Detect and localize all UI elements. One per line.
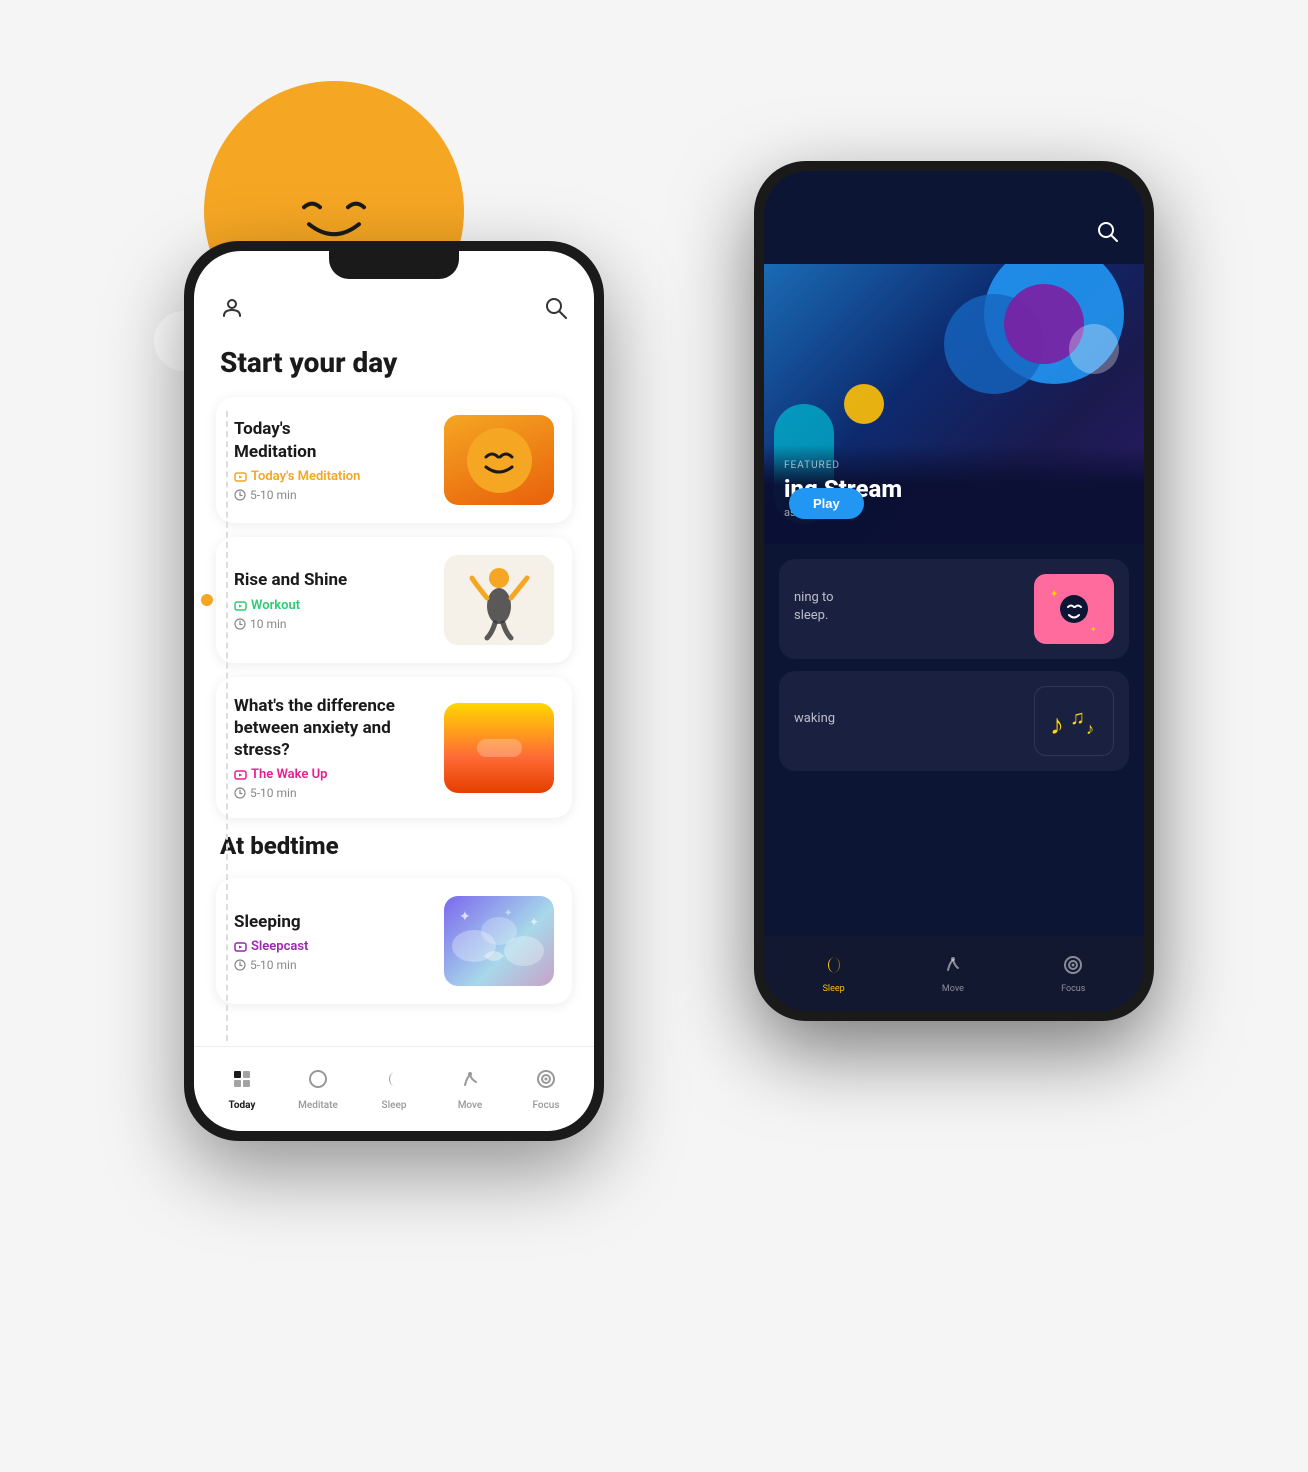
dark-header <box>764 171 1144 264</box>
card-anxiety[interactable]: What's the difference between anxiety an… <box>216 677 572 818</box>
svg-text:♫: ♫ <box>1070 705 1085 729</box>
card-meditation-thumb <box>444 415 554 505</box>
nav-move[interactable]: Move <box>432 1068 508 1111</box>
svg-text:✦: ✦ <box>1090 625 1097 634</box>
card-rise-shine[interactable]: Rise and Shine Workout 10 min <box>216 537 572 663</box>
svg-text:♪: ♪ <box>1086 719 1094 738</box>
dark-nav-sleep[interactable]: Sleep <box>823 954 845 994</box>
card-rise-shine-thumb <box>444 555 554 645</box>
nav-meditate-icon <box>307 1068 329 1096</box>
card-meditation-title: Today'sMeditation <box>234 418 432 462</box>
card-meditation-content: Today'sMeditation Today's Meditation 5-1… <box>234 418 444 501</box>
card-sleeping-time: 5-10 min <box>234 958 432 972</box>
dark-nav-move[interactable]: Move <box>942 954 964 994</box>
featured-tag-label: Featured <box>784 460 1124 471</box>
card-meditation-time: 5-10 min <box>234 488 432 502</box>
dark-nav-focus-label: Focus <box>1061 984 1085 994</box>
nav-focus[interactable]: Focus <box>508 1068 584 1111</box>
nav-meditate-label: Meditate <box>298 1100 338 1111</box>
phone-front: Start your day Today'sMeditation Today's… <box>184 241 604 1141</box>
svg-text:✦: ✦ <box>504 908 512 919</box>
card-anxiety-thumb <box>444 703 554 793</box>
blob-decoration-5 <box>1069 324 1119 374</box>
nav-today-label: Today <box>229 1100 256 1111</box>
card-anxiety-tag: The Wake Up <box>234 767 432 782</box>
dark-nav-focus[interactable]: Focus <box>1061 954 1085 994</box>
dark-nav-move-icon <box>942 954 964 981</box>
card-meditation-tag: Today's Meditation <box>234 469 432 484</box>
svg-text:✦: ✦ <box>1050 589 1058 600</box>
card-sleeping-content: Sleeping Sleepcast 5-10 min <box>234 911 444 972</box>
featured-content: Featured ing Stream ast · 45 min Play <box>764 445 1144 544</box>
dark-cards-list: ning tosleep. <box>764 544 1144 936</box>
phone-header <box>216 296 572 326</box>
dark-card-sleep-text: ning tosleep. <box>794 589 1022 629</box>
card-sleeping-title: Sleeping <box>234 911 432 933</box>
dark-card-sleep-title: ning tosleep. <box>794 589 1022 625</box>
dark-nav-sleep-label: Sleep <box>823 984 845 994</box>
nav-meditate[interactable]: Meditate <box>280 1068 356 1111</box>
dark-bottom-nav: Sleep Move Focus <box>764 936 1144 1011</box>
dark-search-icon[interactable] <box>1097 221 1119 249</box>
phone-back: Featured ing Stream ast · 45 min Play ni… <box>754 161 1154 1021</box>
bottom-nav: Today Meditate Sleep <box>194 1046 594 1131</box>
svg-text:✦: ✦ <box>459 909 471 925</box>
phone-back-screen: Featured ing Stream ast · 45 min Play ni… <box>764 171 1144 1011</box>
nav-sleep-label: Sleep <box>382 1100 407 1111</box>
card-rise-shine-content: Rise and Shine Workout 10 min <box>234 569 444 630</box>
scene: Featured ing Stream ast · 45 min Play ni… <box>104 61 1204 1411</box>
progress-line <box>226 411 228 1041</box>
nav-sleep[interactable]: Sleep <box>356 1068 432 1111</box>
nav-move-icon <box>459 1068 481 1096</box>
phone-main-content: Start your day Today'sMeditation Today's… <box>194 251 594 1131</box>
play-button[interactable]: Play <box>789 488 864 519</box>
card-sleeping-tag: Sleepcast <box>234 939 432 954</box>
dark-card-music[interactable]: waking ♪ ♫ ♪ <box>779 671 1129 771</box>
dark-card-music-text: waking <box>794 710 1022 732</box>
phone-front-screen: Start your day Today'sMeditation Today's… <box>194 251 594 1131</box>
search-icon[interactable] <box>544 296 568 326</box>
card-sleeping[interactable]: Sleeping Sleepcast 5-10 min <box>216 878 572 1004</box>
svg-text:✦: ✦ <box>529 915 539 929</box>
dark-card-music-title: waking <box>794 710 1022 728</box>
card-anxiety-title: What's the difference between anxiety an… <box>234 695 432 761</box>
card-meditation[interactable]: Today'sMeditation Today's Meditation 5-1… <box>216 397 572 523</box>
card-rise-shine-time: 10 min <box>234 617 432 631</box>
meditation-sun-icon <box>467 428 532 493</box>
profile-icon[interactable] <box>220 296 244 326</box>
nav-move-label: Move <box>458 1100 483 1111</box>
featured-hero: Featured ing Stream ast · 45 min Play <box>764 264 1144 544</box>
card-rise-shine-tag: Workout <box>234 598 432 613</box>
nav-today-icon <box>231 1068 253 1096</box>
dark-nav-move-label: Move <box>942 984 964 994</box>
dark-nav-focus-icon <box>1062 954 1084 981</box>
blob-decoration-4 <box>844 384 884 424</box>
card-sleeping-thumb: ✦ ✦ ✦ <box>444 896 554 986</box>
dark-card-sleep-thumb: ✦ ✦ <box>1034 574 1114 644</box>
dark-card-music-thumb: ♪ ♫ ♪ <box>1034 686 1114 756</box>
card-anxiety-time: 5-10 min <box>234 786 432 800</box>
nav-sleep-icon <box>383 1068 405 1096</box>
section-start-title: Start your day <box>216 346 572 379</box>
phone-notch <box>329 251 459 279</box>
nav-focus-label: Focus <box>532 1100 559 1111</box>
section-bedtime-title: At bedtime <box>216 832 572 860</box>
nav-today[interactable]: Today <box>204 1068 280 1111</box>
card-anxiety-content: What's the difference between anxiety an… <box>234 695 444 800</box>
nav-focus-icon <box>535 1068 557 1096</box>
dark-screen-content: Featured ing Stream ast · 45 min Play ni… <box>764 171 1144 1011</box>
card-dot-indicator <box>201 594 213 606</box>
dark-card-sleep[interactable]: ning tosleep. <box>779 559 1129 659</box>
svg-text:♪: ♪ <box>1050 708 1064 741</box>
dark-nav-sleep-icon <box>823 954 845 981</box>
cards-area: Today'sMeditation Today's Meditation 5-1… <box>216 397 572 818</box>
card-rise-shine-title: Rise and Shine <box>234 569 432 591</box>
